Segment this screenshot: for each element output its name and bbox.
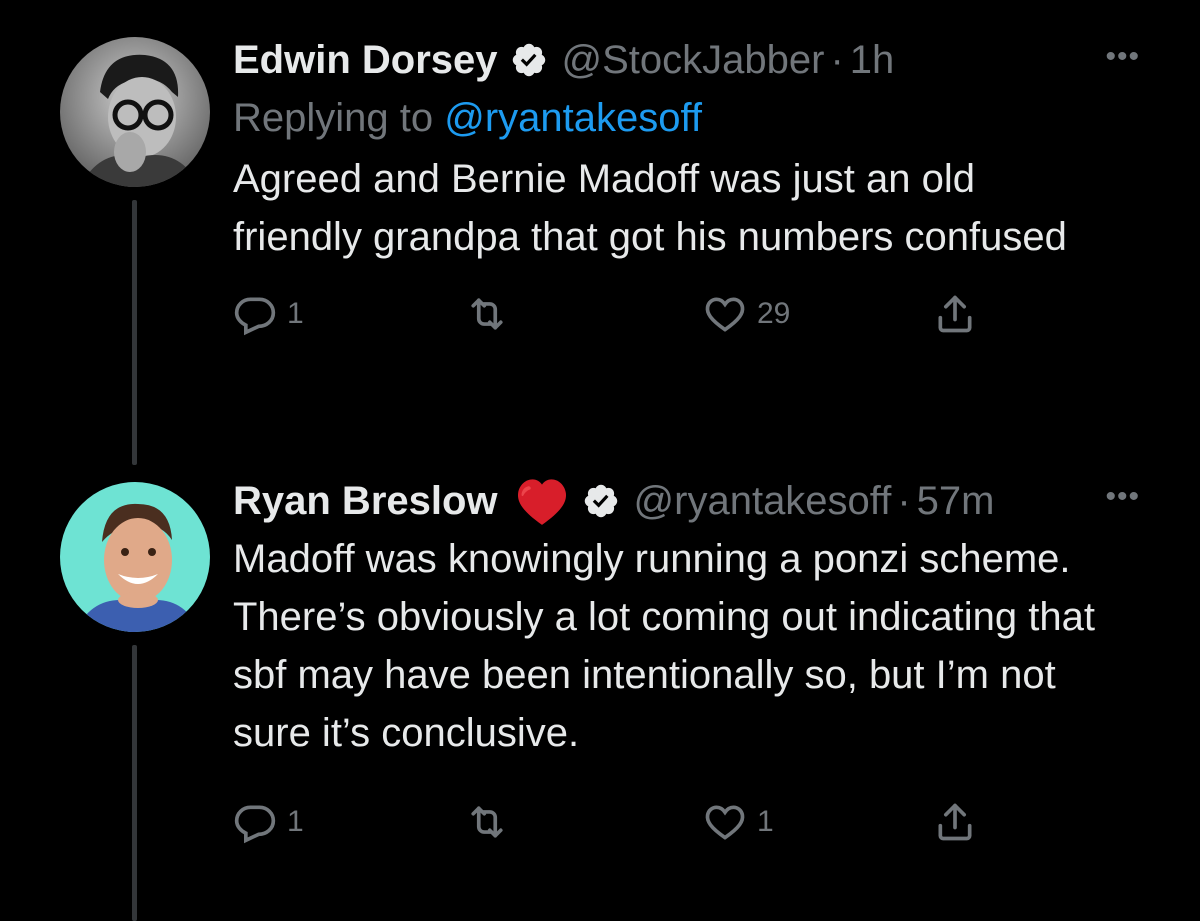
like-count: 29: [757, 297, 791, 330]
reply-count: 1: [287, 805, 304, 838]
verified-badge-icon: [510, 41, 548, 79]
more-icon[interactable]: •••: [1105, 480, 1140, 514]
tweet-ryan-breslow[interactable]: Ryan Breslow @ryantakesoff · 57m ••• Mad…: [233, 476, 1160, 860]
tweet-header: Ryan Breslow @ryantakesoff · 57m: [233, 476, 1160, 526]
tweet-text: Madoff was knowingly running a ponzi sch…: [233, 537, 1095, 755]
share-icon: [938, 803, 972, 841]
more-icon[interactable]: •••: [1105, 40, 1140, 74]
share-button[interactable]: [933, 800, 977, 844]
share-icon: [938, 295, 972, 333]
avatar-ryan-breslow[interactable]: [60, 482, 210, 632]
replying-to-handle[interactable]: @ryantakesoff: [444, 96, 702, 140]
heart-emoji-icon: [514, 476, 570, 526]
retweet-button[interactable]: [465, 292, 519, 336]
avatar-edwin-dorsey[interactable]: [60, 37, 210, 187]
verified-badge-icon: [582, 482, 620, 520]
retweet-button[interactable]: [465, 800, 519, 844]
tweet-header: Edwin Dorsey @StockJabber · 1h: [233, 36, 1160, 84]
like-button[interactable]: 1: [703, 800, 774, 844]
separator-dot: ·: [830, 38, 844, 82]
timestamp[interactable]: 1h: [850, 36, 895, 84]
retweet-icon: [471, 298, 503, 330]
like-icon: [705, 297, 745, 332]
author-name[interactable]: Edwin Dorsey: [233, 36, 498, 84]
reply-button[interactable]: 1: [233, 292, 304, 336]
share-button[interactable]: [933, 292, 977, 336]
reply-icon: [234, 297, 276, 336]
tweet-actions: 1 29: [233, 292, 1160, 352]
reply-button[interactable]: 1: [233, 800, 304, 844]
author-name[interactable]: Ryan Breslow: [233, 477, 498, 525]
separator-dot: ·: [897, 479, 911, 523]
tweet-edwin-dorsey[interactable]: Edwin Dorsey @StockJabber · 1h ••• Reply…: [233, 36, 1160, 352]
author-handle[interactable]: @StockJabber: [562, 36, 825, 84]
thread-line-1: [132, 200, 137, 465]
like-count: 1: [757, 805, 774, 838]
author-handle[interactable]: @ryantakesoff: [634, 477, 892, 525]
thread-line-2: [132, 645, 137, 921]
timestamp[interactable]: 57m: [917, 477, 995, 525]
replying-to: Replying to @ryantakesoff: [233, 90, 1160, 146]
retweet-icon: [471, 806, 503, 838]
reply-count: 1: [287, 297, 304, 330]
tweet-text: Agreed and Bernie Madoff was just an old…: [233, 157, 1067, 259]
replying-to-label: Replying to: [233, 96, 434, 140]
tweet-actions: 1 1: [233, 800, 1160, 860]
like-icon: [705, 805, 745, 840]
reply-icon: [234, 805, 276, 844]
like-button[interactable]: 29: [703, 292, 790, 336]
